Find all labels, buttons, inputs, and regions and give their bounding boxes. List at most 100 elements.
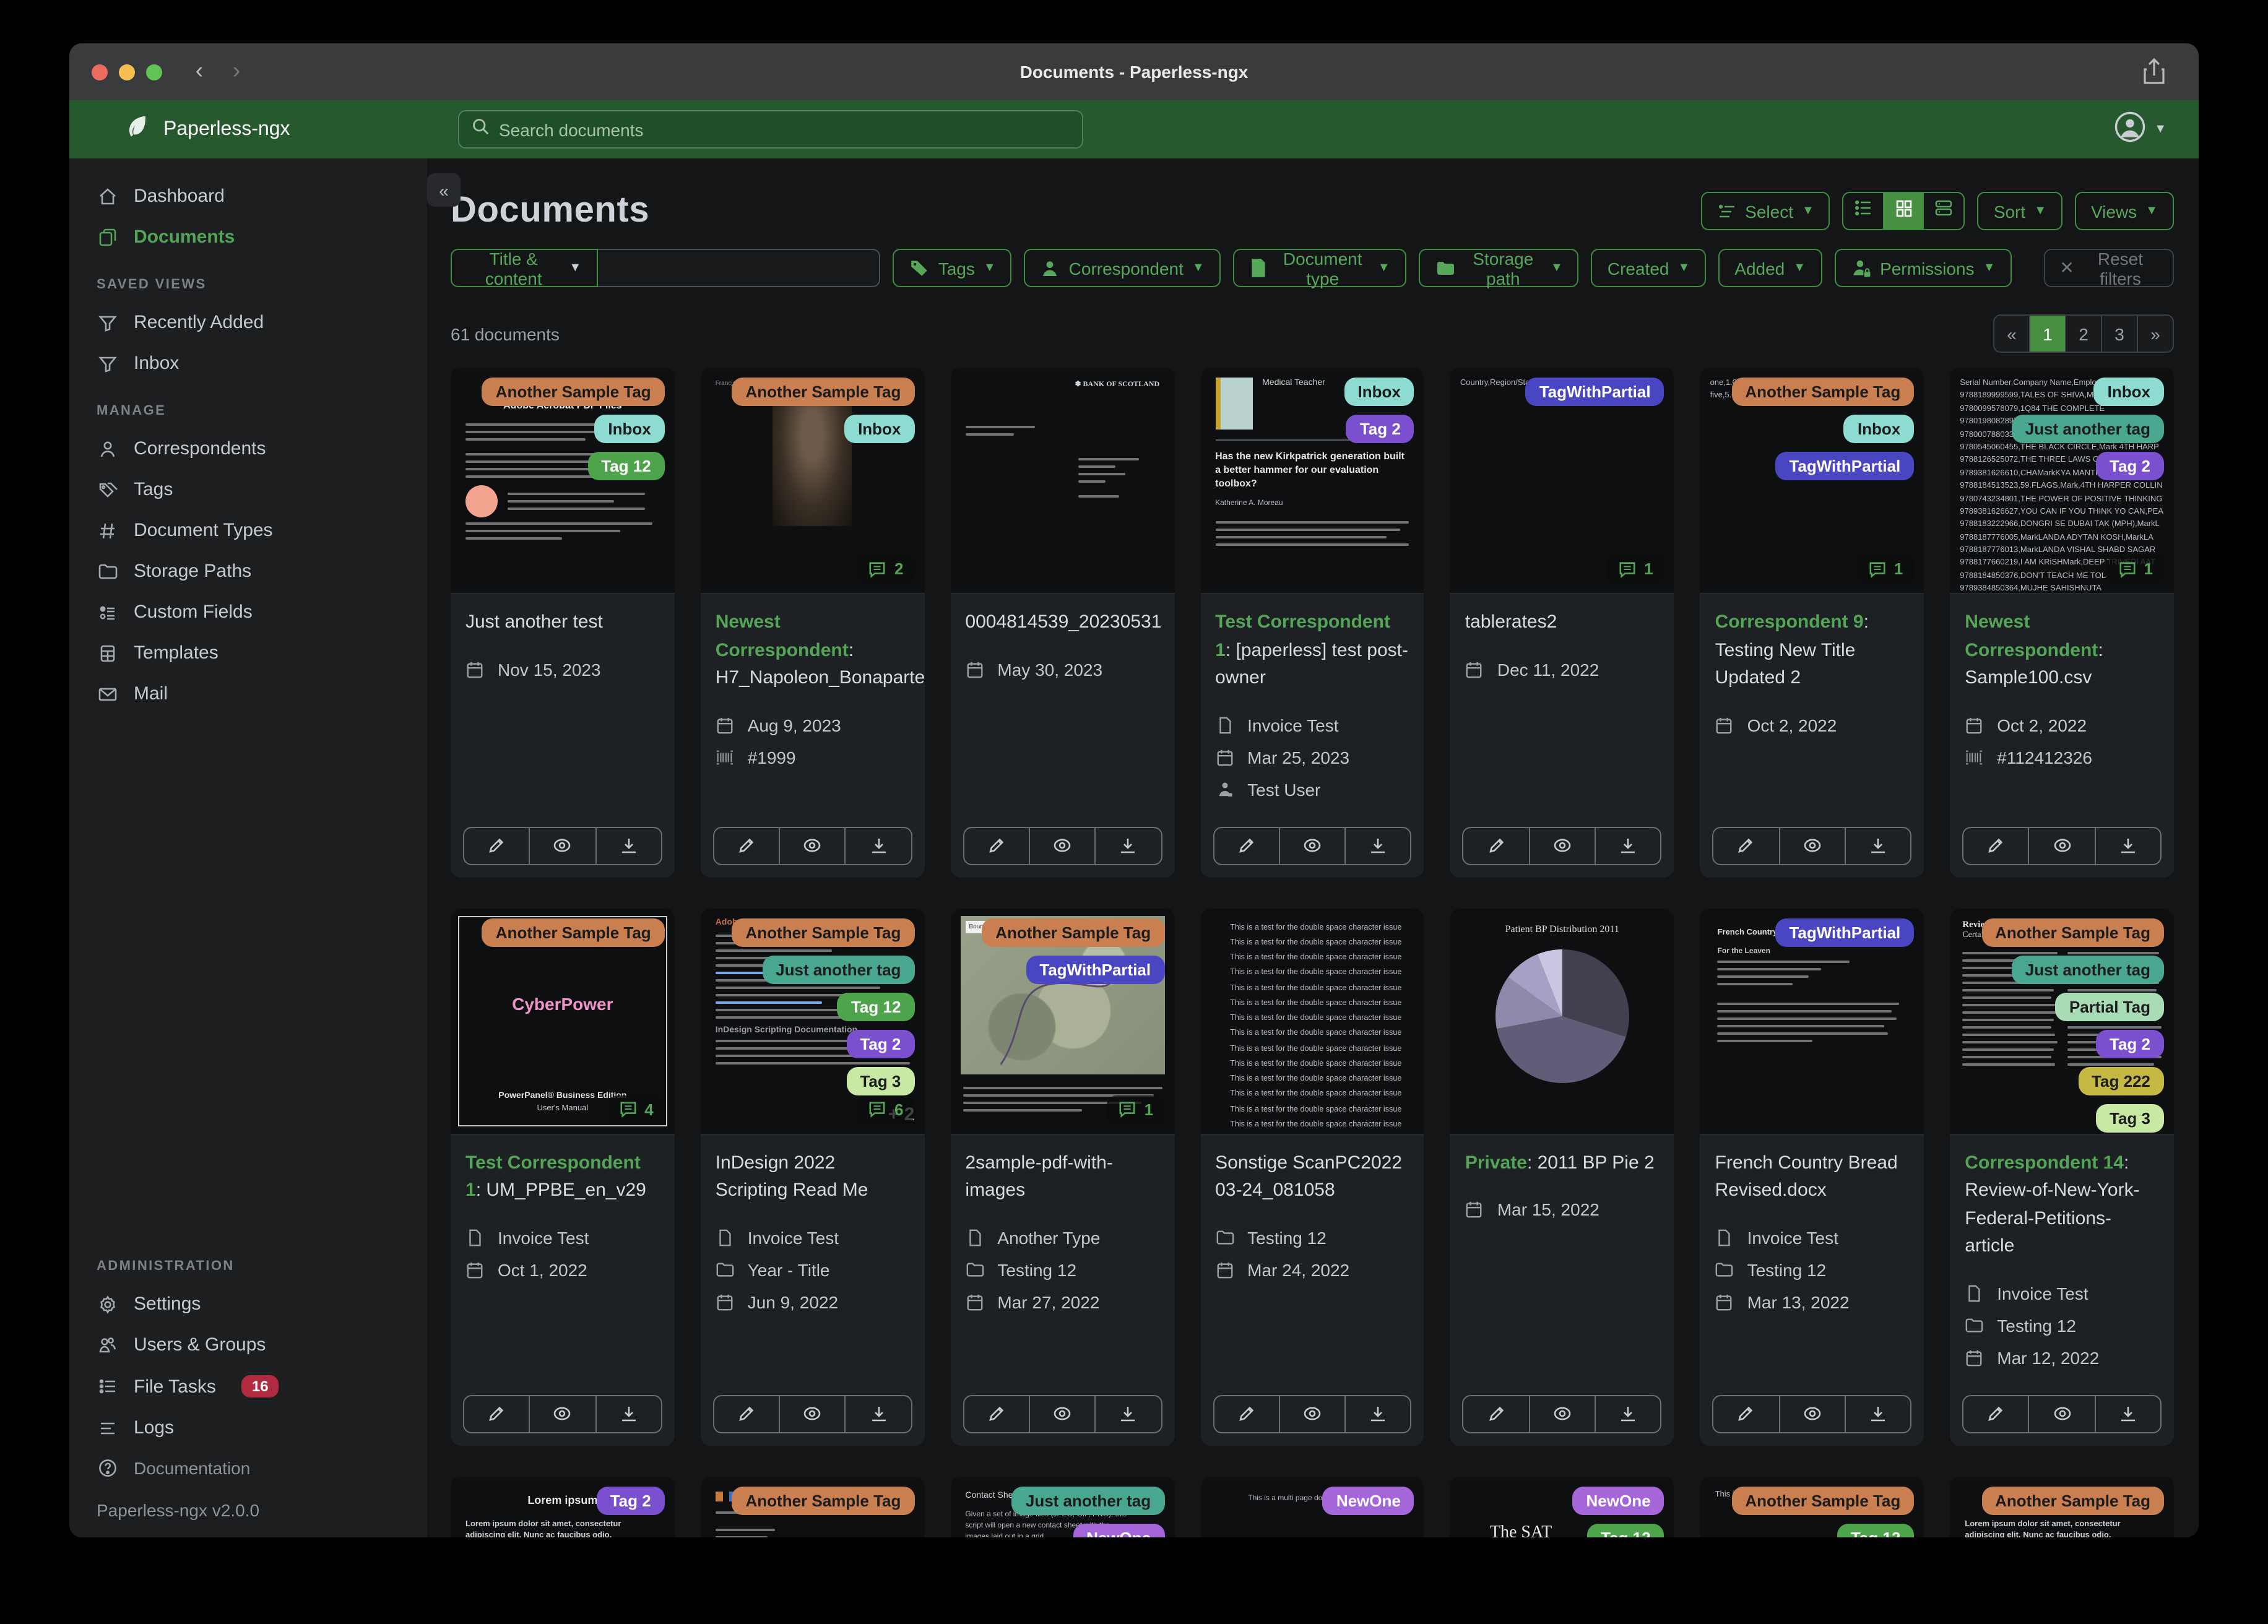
select-button[interactable]: Select ▼: [1700, 192, 1830, 230]
search-input[interactable]: [499, 119, 1070, 139]
document-thumbnail[interactable]: Serial Number,Company Name,Employe 978818…: [1950, 368, 2174, 594]
title-content-dropdown-button[interactable]: Title & content ▼: [451, 248, 598, 288]
document-card[interactable]: Boundary Waters Trip Another Sample TagT…: [950, 908, 1175, 1445]
document-thumbnail[interactable]: This is a multi page document. Page 1. Ne…: [1200, 1476, 1424, 1537]
document-card[interactable]: This is a multi page document. Page 1. Ne…: [1200, 1476, 1424, 1537]
document-thumbnail[interactable]: CyberPower PowerPanel® Business Edition …: [451, 908, 675, 1134]
document-correspondent-link[interactable]: Correspondent 9: [1715, 611, 1864, 633]
tag-pill[interactable]: Just another tag: [1011, 1486, 1165, 1514]
view-document-button[interactable]: [1528, 1396, 1595, 1432]
edit-document-button[interactable]: [1464, 827, 1529, 863]
document-thumbnail[interactable]: This is a test for the double space char…: [1200, 908, 1424, 1134]
tag-pill[interactable]: TagWithPartial: [1026, 955, 1165, 983]
tag-pill[interactable]: Tag 3: [2096, 1104, 2164, 1132]
tag-pill[interactable]: Tag 3: [846, 1066, 915, 1095]
download-document-button[interactable]: [1344, 1396, 1411, 1432]
document-thumbnail[interactable]: Lorem ipsum Lorem ipsum dolor sit amet, …: [1950, 1476, 2174, 1537]
document-correspondent-link[interactable]: Private: [1465, 1152, 1527, 1173]
global-search[interactable]: [458, 110, 1083, 149]
document-title[interactable]: Test Correspondent 1: [paperless] test p…: [1200, 594, 1424, 700]
tag-pill[interactable]: NewOne: [1073, 1523, 1165, 1537]
notes-count-badge[interactable]: 1: [1607, 555, 1664, 583]
document-card[interactable]: CyberPower PowerPanel® Business Edition …: [451, 908, 675, 1445]
document-thumbnail[interactable]: French Country Bread For the Leaven TagW…: [1700, 908, 1924, 1134]
document-title[interactable]: Test Correspondent 1: UM_PPBE_en_v29: [451, 1134, 675, 1212]
document-card[interactable]: Contact Sheet Demo Given a set of image …: [950, 1476, 1175, 1537]
view-mode-details-button[interactable]: [1924, 192, 1965, 230]
document-card[interactable]: Adobe Acrobat PDF Files Another Sample T…: [451, 368, 675, 877]
document-card[interactable]: Patient BP Distribution 2011 Private: 20…: [1450, 908, 1674, 1445]
sidebar-collapse-button[interactable]: «: [427, 173, 461, 207]
document-thumbnail[interactable]: This is a testAnother Sample TagTag 12: [1700, 1476, 1924, 1537]
document-thumbnail[interactable]: Country,Region/State,“… TagWithPartial 1: [1450, 368, 1674, 594]
sidebar-item-documents[interactable]: Documents: [82, 217, 415, 257]
sidebar-item-users-groups[interactable]: Users & Groups: [82, 1324, 415, 1365]
download-document-button[interactable]: [595, 1396, 661, 1432]
edit-document-button[interactable]: [464, 827, 529, 863]
view-document-button[interactable]: [779, 1396, 845, 1432]
tag-pill[interactable]: Tag 2: [2096, 452, 2164, 480]
download-document-button[interactable]: [2094, 827, 2160, 863]
view-document-button[interactable]: [1778, 827, 1845, 863]
document-card[interactable]: French Country Bread For the Leaven TagW…: [1700, 908, 1924, 1445]
tag-pill[interactable]: Tag 222: [2078, 1066, 2164, 1095]
document-card[interactable]: Lorem ipsum Lorem ipsum dolor sit amet, …: [1950, 1476, 2174, 1537]
sort-button[interactable]: Sort ▼: [1977, 192, 2062, 230]
document-card[interactable]: Francja pod r. Another Sample TagInbox2N…: [700, 368, 925, 877]
tag-pill[interactable]: Tag 12: [837, 992, 915, 1021]
edit-document-button[interactable]: [1714, 1396, 1779, 1432]
document-title[interactable]: Newest Correspondent: H7_Napoleon_Bonapa…: [701, 594, 925, 700]
tag-pill[interactable]: Tag 12: [1587, 1523, 1664, 1537]
pagination-page-1[interactable]: 1: [2029, 314, 2066, 353]
sidebar-item-mail[interactable]: Mail: [82, 673, 415, 714]
tag-pill[interactable]: Tag 2: [846, 1029, 915, 1058]
tag-pill[interactable]: Another Sample Tag: [1981, 918, 2164, 946]
pagination-next-button[interactable]: »: [2137, 314, 2174, 353]
view-document-button[interactable]: [1028, 1396, 1095, 1432]
tag-pill[interactable]: Tag 2: [1346, 415, 1414, 443]
document-card[interactable]: The SAT Practice Test #1 Make time to ta…: [1450, 1476, 1674, 1537]
filter-document-type-button[interactable]: Document type ▼: [1232, 248, 1406, 288]
tag-pill[interactable]: Another Sample Tag: [482, 378, 665, 406]
tag-pill[interactable]: Another Sample Tag: [982, 918, 1165, 946]
document-title[interactable]: Just another test: [451, 594, 675, 644]
pagination-page-2[interactable]: 2: [2065, 314, 2102, 353]
document-card[interactable]: Test Name Another Sample Tag: [700, 1476, 925, 1537]
download-document-button[interactable]: [1844, 1396, 1911, 1432]
sidebar-item-document-types[interactable]: Document Types: [82, 510, 415, 551]
document-thumbnail[interactable]: Contact Sheet Demo Given a set of image …: [950, 1476, 1175, 1537]
tag-pill[interactable]: TagWithPartial: [1775, 452, 1915, 480]
tag-pill[interactable]: NewOne: [1322, 1486, 1414, 1514]
download-document-button[interactable]: [1594, 827, 1661, 863]
document-card[interactable]: Adobe InDesign 2022 InDesign Scripting D…: [700, 908, 925, 1445]
edit-document-button[interactable]: [1714, 827, 1779, 863]
tag-pill[interactable]: Inbox: [2093, 378, 2164, 406]
document-thumbnail[interactable]: Test Name Another Sample Tag: [700, 1476, 925, 1537]
view-document-button[interactable]: [1028, 827, 1095, 863]
edit-document-button[interactable]: [1214, 1396, 1279, 1432]
tag-pill[interactable]: Tag 2: [596, 1486, 665, 1514]
download-document-button[interactable]: [1094, 1396, 1161, 1432]
document-card[interactable]: Review of Arbitral Awards Certainty of A…: [1950, 908, 2174, 1445]
tag-pill[interactable]: Another Sample Tag: [482, 918, 665, 946]
document-thumbnail[interactable]: Francja pod r. Another Sample TagInbox2: [700, 368, 925, 594]
document-title[interactable]: Correspondent 14: Review-of-New-York-Fed…: [1950, 1134, 2174, 1268]
filter-tags-button[interactable]: Tags ▼: [892, 249, 1012, 287]
minimize-window-button[interactable]: [119, 64, 135, 80]
notes-count-badge[interactable]: 1: [1107, 1095, 1165, 1123]
view-document-button[interactable]: [529, 1396, 595, 1432]
download-document-button[interactable]: [1094, 827, 1161, 863]
edit-document-button[interactable]: [1214, 827, 1279, 863]
download-document-button[interactable]: [1844, 827, 1911, 863]
document-title[interactable]: tablerates2: [1450, 594, 1674, 644]
sidebar-item-recently-added[interactable]: Recently Added: [82, 302, 415, 343]
edit-document-button[interactable]: [714, 1396, 779, 1432]
close-window-button[interactable]: [92, 64, 108, 80]
filter-storage-path-button[interactable]: Storage path ▼: [1418, 248, 1579, 288]
tag-pill[interactable]: Tag 12: [1837, 1523, 1915, 1537]
tag-pill[interactable]: TagWithPartial: [1525, 378, 1664, 406]
title-content-search-input[interactable]: [597, 249, 880, 287]
tag-pill[interactable]: Another Sample Tag: [732, 378, 915, 406]
forward-icon[interactable]: ›: [227, 58, 246, 85]
document-card[interactable]: one,1.0 five,5.0 Another Sample Tag Inbox Ta…: [1700, 368, 1924, 877]
